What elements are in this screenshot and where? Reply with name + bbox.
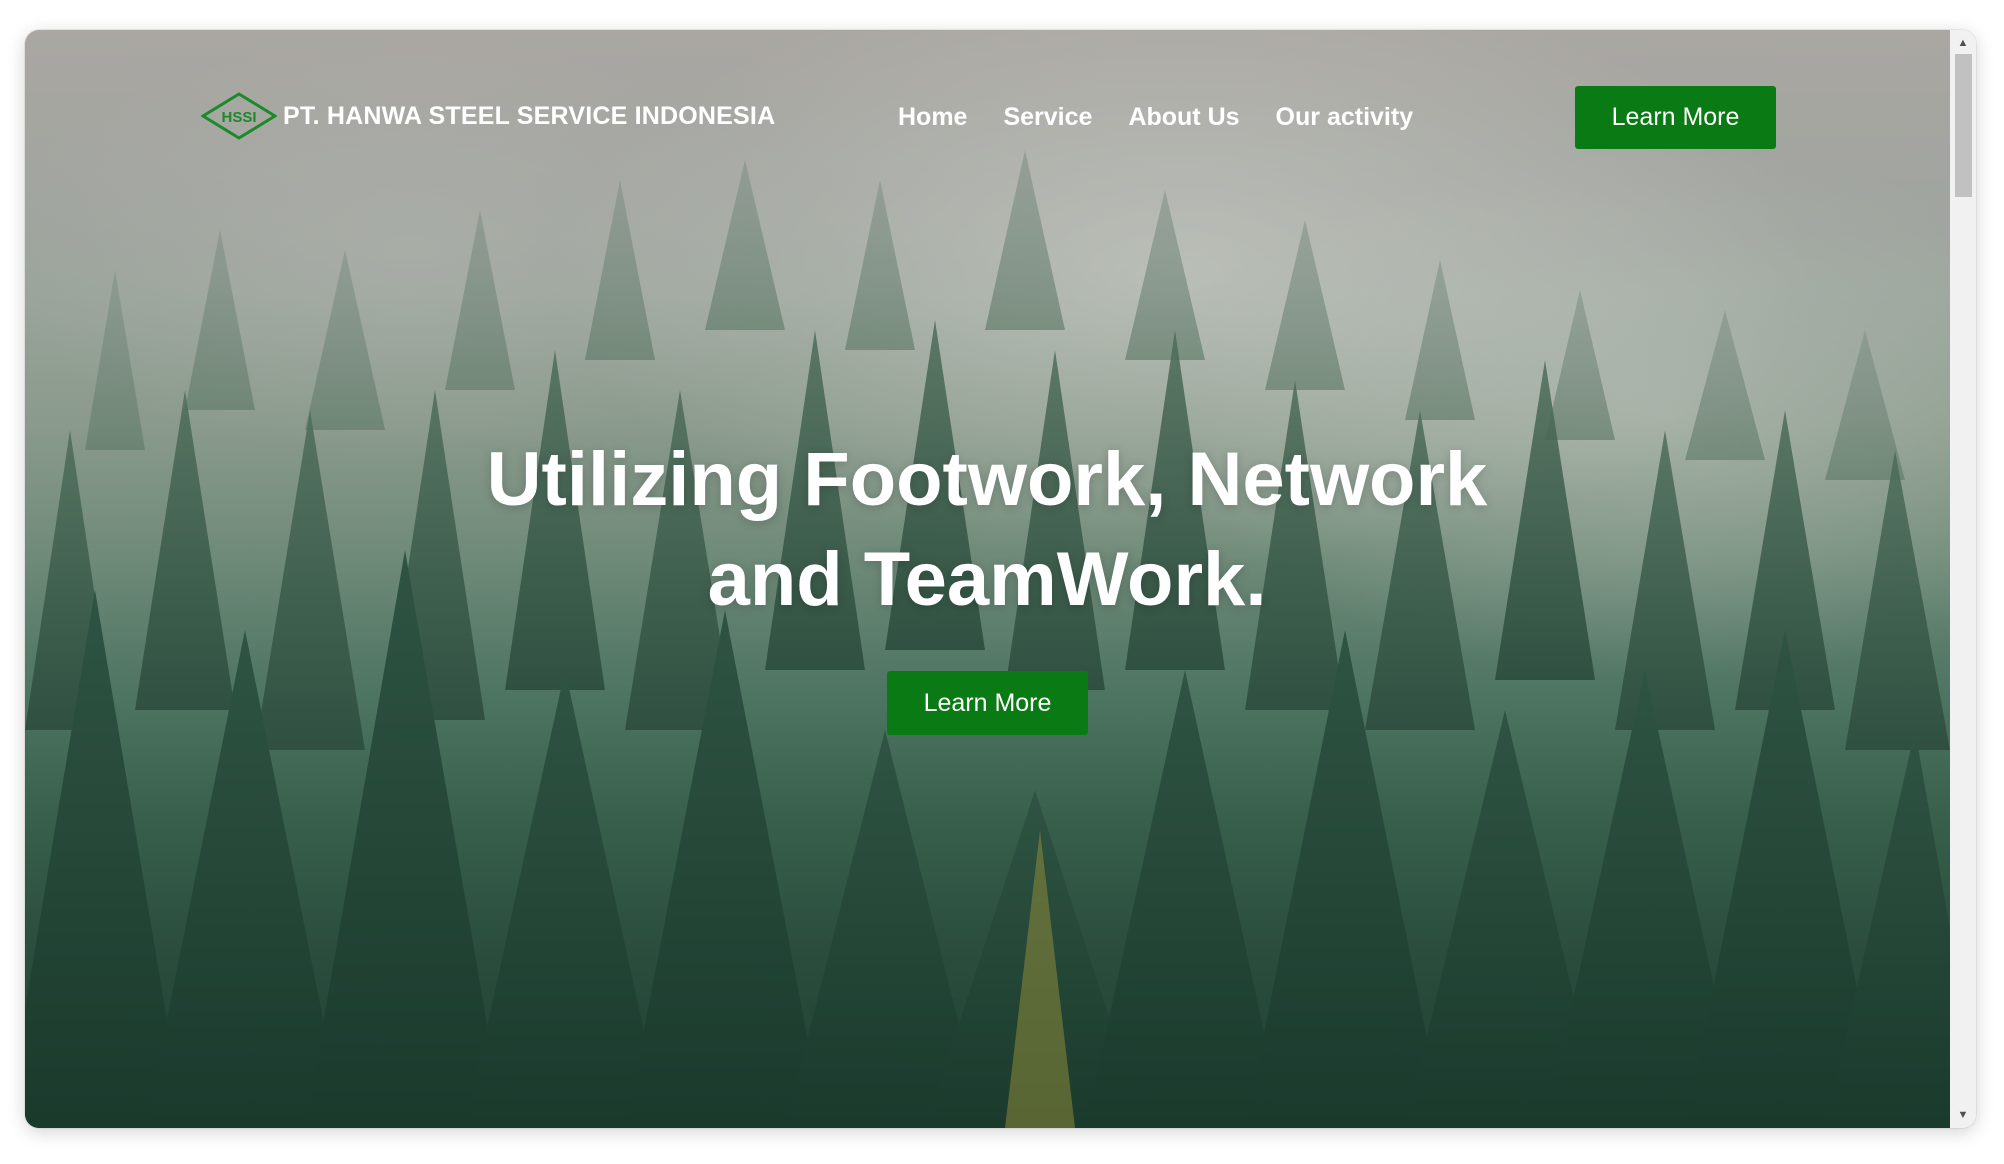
hero-learn-more-button[interactable]: Learn More (887, 671, 1088, 735)
scroll-down-arrow-icon[interactable]: ▼ (1950, 1104, 1976, 1126)
vertical-scrollbar[interactable]: ▲ ▼ (1950, 30, 1976, 1128)
svg-text:HSSI: HSSI (221, 109, 256, 126)
nav-link-home[interactable]: Home (898, 103, 967, 132)
hero-headline: Utilizing Footwork, Network and TeamWork… (387, 430, 1587, 630)
hero-section: HSSI PT. HANWA STEEL SERVICE INDONESIA H… (25, 30, 1950, 1128)
scrollbar-thumb[interactable] (1955, 54, 1972, 197)
browser-window: HSSI PT. HANWA STEEL SERVICE INDONESIA H… (25, 30, 1976, 1128)
nav-link-our-activity[interactable]: Our activity (1276, 103, 1414, 132)
scroll-up-arrow-icon[interactable]: ▲ (1950, 32, 1976, 54)
hero-headline-line-1: Utilizing Footwork, Network (486, 437, 1488, 522)
hero-headline-line-2: and TeamWork. (707, 537, 1267, 622)
nav-link-service[interactable]: Service (1003, 103, 1092, 132)
brand[interactable]: HSSI PT. HANWA STEEL SERVICE INDONESIA (201, 92, 775, 140)
nav-links: Home Service About Us Our activity (898, 103, 1413, 132)
nav-link-about-us[interactable]: About Us (1128, 103, 1239, 132)
navbar-learn-more-button[interactable]: Learn More (1575, 86, 1776, 149)
hssi-logo-icon: HSSI (201, 92, 277, 140)
top-navbar: HSSI PT. HANWA STEEL SERVICE INDONESIA H… (25, 30, 1950, 205)
brand-name: PT. HANWA STEEL SERVICE INDONESIA (283, 101, 776, 130)
